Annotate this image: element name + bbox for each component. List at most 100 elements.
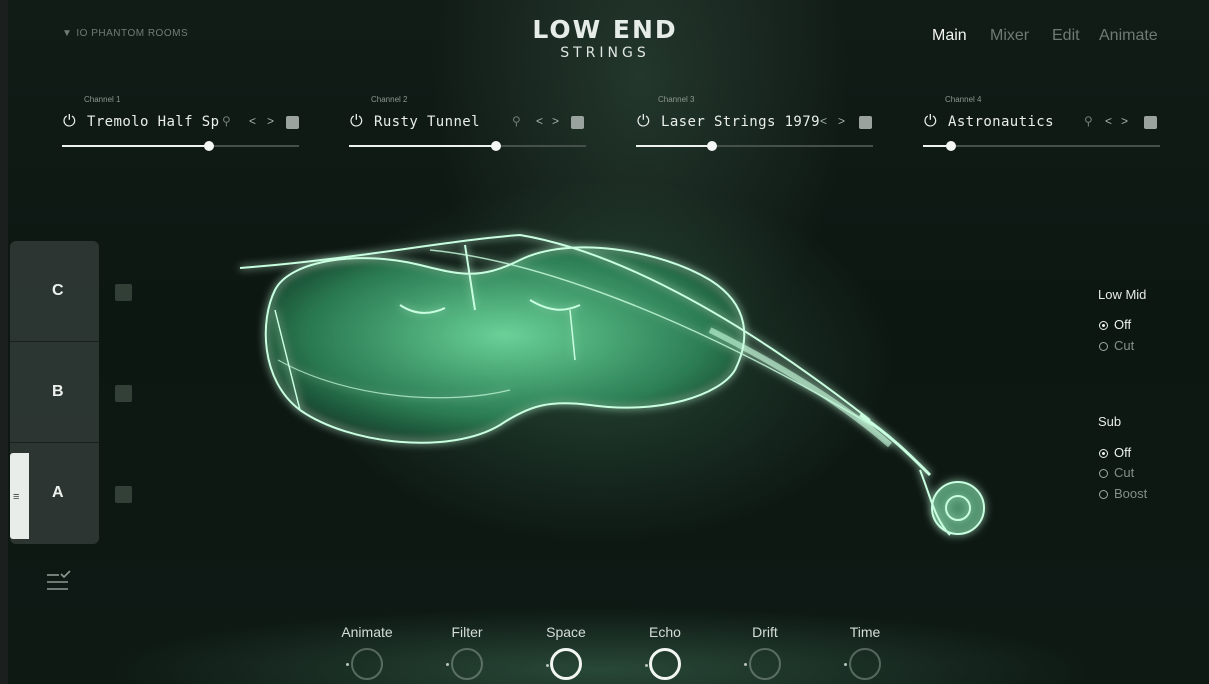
search-icon[interactable]: ⚲ bbox=[512, 114, 521, 128]
tab-label: B bbox=[52, 383, 64, 400]
low-mid-title: Low Mid bbox=[1098, 287, 1147, 302]
chevron-left-icon[interactable]: < bbox=[536, 114, 543, 128]
radio-dot bbox=[1099, 449, 1108, 458]
knob-label-echo: Echo bbox=[649, 624, 681, 640]
search-icon[interactable]: ⚲ bbox=[1084, 114, 1093, 128]
level-slider[interactable] bbox=[62, 141, 299, 151]
chevron-right-icon[interactable]: > bbox=[552, 114, 559, 128]
radio-label: Cut bbox=[1114, 338, 1135, 353]
nav-animate[interactable]: Animate bbox=[1099, 27, 1158, 45]
channel-caption: Channel 1 bbox=[84, 95, 121, 104]
sub-cut-radio[interactable]: Cut bbox=[1099, 465, 1134, 480]
tab-selected-indicator: ≡ bbox=[10, 453, 29, 539]
menu-icon[interactable]: ≡ bbox=[13, 491, 19, 503]
app-window: ▼ IO PHANTOM ROOMS LOW END STRINGS Main M… bbox=[0, 0, 1209, 684]
nav-mixer[interactable]: Mixer bbox=[990, 27, 1029, 45]
space-knob[interactable] bbox=[546, 648, 582, 680]
dice-icon[interactable] bbox=[286, 116, 299, 129]
radio-dot bbox=[1099, 469, 1108, 478]
brand-logo-icon: ▼ bbox=[62, 28, 73, 39]
dice-icon[interactable] bbox=[1144, 116, 1157, 129]
knob-indicator bbox=[446, 663, 449, 666]
dice-icon[interactable] bbox=[571, 116, 584, 129]
sub-title: Sub bbox=[1098, 414, 1122, 429]
channel-1: Channel 1 ⏻ Tremolo Half Sp ⚲ < > bbox=[62, 95, 302, 155]
channel-2: Channel 2 ⏻ Rusty Tunnel ⚲ < > bbox=[349, 95, 589, 155]
level-slider[interactable] bbox=[636, 141, 873, 151]
radio-dot bbox=[1099, 342, 1108, 351]
tab-c[interactable]: C bbox=[10, 241, 99, 342]
knob-label-animate: Animate bbox=[341, 624, 393, 640]
sub-boost-radio[interactable]: Boost bbox=[1099, 486, 1147, 501]
logo-subtitle: STRINGS bbox=[560, 45, 650, 61]
brand-text: IO PHANTOM ROOMS bbox=[76, 28, 189, 39]
slider-fill bbox=[349, 145, 496, 147]
slot-toggle-a[interactable] bbox=[115, 486, 132, 503]
filter-knob[interactable] bbox=[446, 648, 483, 680]
radio-label: Boost bbox=[1114, 486, 1148, 501]
level-slider[interactable] bbox=[923, 141, 1160, 151]
chevron-left-icon[interactable]: < bbox=[820, 114, 827, 128]
knob-label-space: Space bbox=[546, 624, 586, 640]
slider-handle[interactable] bbox=[946, 141, 957, 151]
sub-off-radio[interactable]: Off bbox=[1099, 445, 1131, 460]
knob-indicator bbox=[645, 664, 648, 667]
power-icon[interactable]: ⏻ bbox=[924, 113, 937, 131]
radio-dot bbox=[1099, 321, 1108, 330]
drift-knob[interactable] bbox=[744, 648, 781, 680]
knob-label-time: Time bbox=[849, 624, 881, 640]
animate-knob[interactable] bbox=[346, 648, 383, 680]
product-logo: LOW END STRINGS bbox=[480, 16, 730, 62]
channel-name[interactable]: Tremolo Half Sp bbox=[87, 114, 219, 130]
power-icon[interactable]: ⏻ bbox=[350, 113, 363, 131]
knob-indicator bbox=[744, 663, 747, 666]
slot-toggle-c[interactable] bbox=[115, 284, 132, 301]
slider-handle[interactable] bbox=[706, 141, 717, 151]
channel-caption: Channel 2 bbox=[371, 95, 408, 104]
chevron-left-icon[interactable]: < bbox=[249, 114, 256, 128]
echo-knob[interactable] bbox=[645, 648, 681, 680]
channel-caption: Channel 4 bbox=[945, 95, 982, 104]
window-edge bbox=[0, 0, 8, 684]
radio-label: Off bbox=[1114, 445, 1132, 460]
slider-handle[interactable] bbox=[490, 141, 501, 151]
nav-edit[interactable]: Edit bbox=[1052, 27, 1080, 45]
search-icon[interactable]: ⚲ bbox=[222, 114, 231, 128]
knob-label-drift: Drift bbox=[752, 624, 778, 640]
low-mid-off-radio[interactable]: Off bbox=[1099, 317, 1131, 332]
chevron-right-icon[interactable]: > bbox=[838, 114, 845, 128]
knob-indicator bbox=[844, 663, 847, 666]
low-mid-cut-radio[interactable]: Cut bbox=[1099, 338, 1134, 353]
slider-handle[interactable] bbox=[203, 141, 214, 151]
power-icon[interactable]: ⏻ bbox=[63, 113, 76, 131]
knob-indicator bbox=[546, 664, 549, 667]
brand-label: ▼ IO PHANTOM ROOMS bbox=[62, 28, 188, 39]
tab-label: C bbox=[52, 282, 64, 299]
channel-name[interactable]: Laser Strings 1979 bbox=[661, 114, 820, 130]
channel-4: Channel 4 ⏻ Astronautics ⚲ < > bbox=[923, 95, 1163, 155]
slot-toggle-b[interactable] bbox=[115, 385, 132, 402]
nav-main[interactable]: Main bbox=[932, 27, 967, 45]
radio-label: Off bbox=[1114, 317, 1132, 332]
knob-indicator bbox=[346, 663, 349, 666]
checklist-icon[interactable] bbox=[46, 570, 72, 592]
channel-name[interactable]: Astronautics bbox=[948, 114, 1054, 130]
radio-dot bbox=[1099, 490, 1108, 499]
tab-label: A bbox=[52, 484, 64, 501]
power-icon[interactable]: ⏻ bbox=[637, 113, 650, 131]
radio-label: Cut bbox=[1114, 465, 1135, 480]
channel-3: Channel 3 ⏻ Laser Strings 1979 < > bbox=[636, 95, 876, 155]
tab-a[interactable]: ≡ A bbox=[10, 443, 99, 543]
level-slider[interactable] bbox=[349, 141, 586, 151]
chevron-left-icon[interactable]: < bbox=[1105, 114, 1112, 128]
slider-fill bbox=[62, 145, 209, 147]
chevron-right-icon[interactable]: > bbox=[267, 114, 274, 128]
slider-fill bbox=[636, 145, 712, 147]
cello-hologram-image bbox=[239, 233, 985, 536]
chevron-right-icon[interactable]: > bbox=[1121, 114, 1128, 128]
channel-name[interactable]: Rusty Tunnel bbox=[374, 114, 480, 130]
tab-b[interactable]: B bbox=[10, 342, 99, 443]
knob-label-filter: Filter bbox=[451, 624, 483, 640]
dice-icon[interactable] bbox=[859, 116, 872, 129]
time-knob[interactable] bbox=[844, 648, 881, 680]
